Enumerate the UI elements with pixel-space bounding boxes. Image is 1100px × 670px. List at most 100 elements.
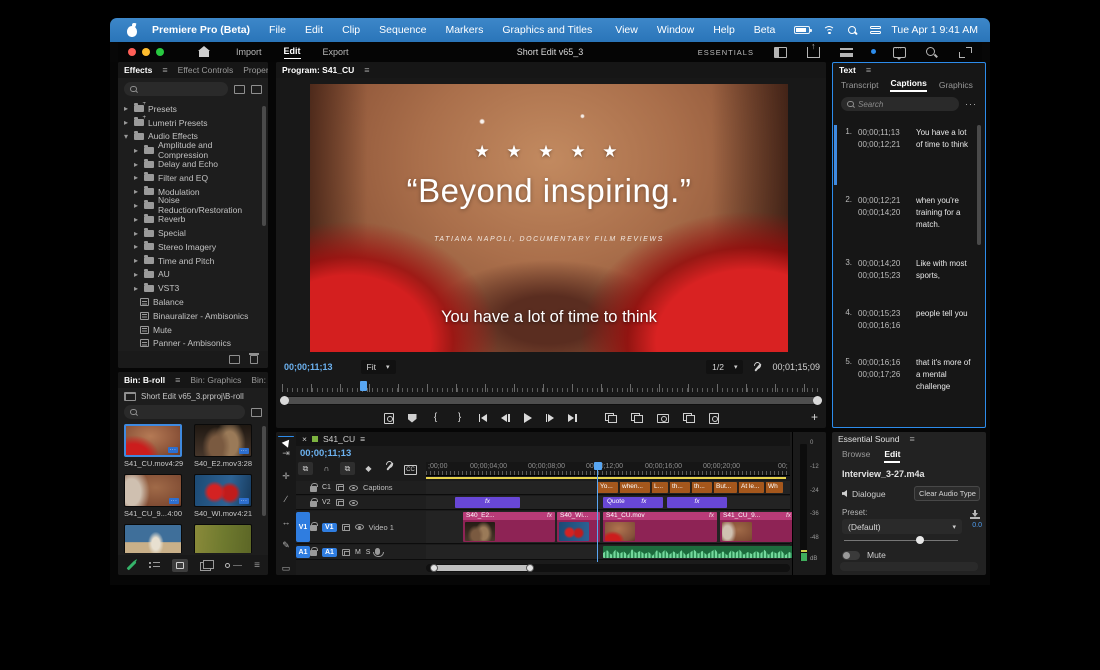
caption-clip[interactable]: th... (669, 482, 690, 493)
panel-menu-icon[interactable]: ≡ (364, 65, 369, 75)
tab-import[interactable]: Import (236, 47, 262, 57)
menu-sequence[interactable]: Sequence (379, 24, 426, 36)
play-button[interactable] (524, 413, 532, 423)
program-video-frame[interactable]: ★ ★ ★ ★ ★ “Beyond inspiring.” TATIANA NA… (310, 84, 788, 352)
slip-tool[interactable]: ↔ (278, 515, 294, 529)
sort-icons-menu[interactable]: ≡ (254, 560, 260, 571)
edit-pen-icon[interactable] (127, 560, 137, 570)
preview-zoom-icon[interactable] (384, 413, 394, 424)
bin-search-input[interactable] (141, 408, 239, 417)
solo-button[interactable]: S (366, 549, 371, 556)
control-center-icon[interactable] (870, 26, 881, 35)
quick-search-icon[interactable] (926, 47, 939, 58)
zoom-window-button[interactable] (156, 48, 164, 56)
clip-thumbnail[interactable] (124, 524, 182, 553)
mute-button[interactable]: M (355, 549, 361, 556)
sequence-tab[interactable]: S41_CU (323, 434, 355, 444)
effects-tree-item[interactable]: Panner - Ambisonics (122, 337, 264, 350)
menu-clip[interactable]: Clip (342, 24, 360, 36)
zoom-level-dropdown[interactable]: Fit ▾ (361, 360, 396, 374)
menubar-clock[interactable]: Tue Apr 1 9:41 AM (891, 24, 978, 36)
clip-thumbnail[interactable] (194, 524, 252, 553)
battery-icon[interactable] (794, 26, 810, 34)
track-visibility-icon[interactable] (349, 485, 358, 491)
preset-dropdown[interactable]: (Default) ▾ (842, 519, 962, 534)
icon-view-icon[interactable] (172, 559, 188, 572)
go-to-out-button[interactable] (568, 414, 577, 422)
nest-sequence-icon[interactable]: ⧉ (298, 462, 313, 475)
32bit-effects-icon[interactable] (251, 85, 262, 94)
effects-tree-item[interactable]: ▸Filter and EQ (122, 171, 264, 185)
tab-properties[interactable]: Propertie (243, 65, 268, 75)
timeline-timecode[interactable]: 00;00;11;13 (300, 448, 351, 459)
intensity-slider[interactable] (844, 536, 958, 544)
chevron-right-icon[interactable]: ▸ (132, 256, 140, 265)
video-clip[interactable]: S41_CU_9...fx (720, 512, 794, 542)
tab-effects[interactable]: Effects (124, 65, 152, 75)
tab-bin-broll[interactable]: Bin: B-roll (124, 375, 165, 385)
close-window-button[interactable] (128, 48, 136, 56)
chevron-right-icon[interactable]: ▸ (132, 270, 140, 279)
program-playhead[interactable] (360, 381, 367, 391)
menu-edit[interactable]: Edit (305, 24, 323, 36)
chevron-right-icon[interactable]: ▸ (132, 173, 140, 182)
menu-app-name[interactable]: Premiere Pro (Beta) (152, 24, 250, 36)
add-marker-icon[interactable]: ◆ (361, 462, 376, 475)
menu-view[interactable]: View (615, 24, 638, 36)
caption-clip[interactable]: L... (651, 482, 668, 493)
sync-lock-icon[interactable] (336, 484, 344, 491)
go-to-in-button[interactable] (479, 414, 488, 422)
captions-track-name[interactable]: Captions (363, 483, 393, 492)
menu-graphics-titles[interactable]: Graphics and Titles (502, 24, 592, 36)
mark-out-button[interactable]: } (455, 411, 465, 425)
clip-thumbnail[interactable]: ··· (124, 474, 182, 507)
timeline-horizontal-scrollbar[interactable] (426, 564, 790, 572)
spotlight-search-icon[interactable] (848, 26, 857, 35)
program-timecode[interactable]: 00;00;11;13 (284, 362, 333, 372)
panel-menu-icon[interactable]: ≡ (909, 434, 914, 444)
effects-tree-item[interactable]: ▸Lumetri Presets (122, 116, 264, 130)
bin-breadcrumb[interactable]: Short Edit v65_3.prproj\B-roll (141, 392, 244, 401)
effects-tree-item[interactable]: ▸VST3 (122, 281, 264, 295)
step-forward-button[interactable] (546, 414, 555, 422)
voiceover-mic-icon[interactable] (375, 548, 380, 555)
lock-icon[interactable] (310, 525, 317, 531)
collapsed-section-bar[interactable] (840, 562, 978, 571)
tab-bin-graphics[interactable]: Bin: Graphics (190, 375, 241, 385)
source-patch-a1[interactable]: A1 (296, 546, 310, 558)
effects-tree-item[interactable]: ▸Amplitude and Compression (122, 143, 264, 157)
minimize-window-button[interactable] (142, 48, 150, 56)
track-v1-label[interactable]: V1 (322, 523, 337, 532)
tab-overflow[interactable]: S4 (985, 80, 986, 90)
fullscreen-icon[interactable] (959, 47, 972, 58)
effects-tree-item[interactable]: ▸Stereo Imagery (122, 240, 264, 254)
menu-file[interactable]: File (269, 24, 286, 36)
clip-thumbnail[interactable]: ··· (194, 474, 252, 507)
caption-row[interactable]: 1. 00;00;11;1300;00;12;21 You have a lot… (842, 127, 975, 151)
audio-type-label[interactable]: Dialogue (852, 489, 886, 499)
settings-wrench-icon[interactable] (753, 363, 762, 372)
tab-browse[interactable]: Browse (842, 449, 870, 463)
video-clip[interactable]: S40_Wi... (557, 512, 600, 542)
tab-export[interactable]: Export (323, 47, 349, 57)
program-scrollbar[interactable] (280, 396, 822, 405)
tab-edit[interactable]: Edit (884, 449, 900, 463)
tab-captions[interactable]: Captions (890, 78, 926, 92)
graphic-clip[interactable]: fx (667, 497, 727, 508)
apple-menu-icon[interactable] (126, 24, 138, 37)
panel-menu-icon[interactable]: ≡ (360, 434, 365, 444)
export-frame-icon[interactable] (657, 414, 669, 423)
caption-row[interactable]: 5. 00;00;16;1600;00;17;26 that it's more… (842, 357, 975, 393)
caption-clip[interactable]: Wh (765, 482, 783, 493)
effects-search-input[interactable] (141, 85, 222, 94)
bin-item[interactable] (194, 524, 252, 553)
lock-icon[interactable] (310, 550, 317, 556)
captions-search-input[interactable] (858, 100, 953, 109)
wifi-icon[interactable] (823, 26, 835, 35)
panel-title-text[interactable]: Text (839, 65, 856, 75)
panel-menu-icon[interactable]: ≡ (162, 65, 167, 75)
caption-row[interactable]: 3. 00;00;14;2000;00;15;23 Like with most… (842, 258, 975, 282)
caption-clip[interactable]: Yo... (597, 482, 618, 493)
menu-help[interactable]: Help (713, 24, 735, 36)
tab-edit[interactable]: Edit (284, 46, 301, 59)
